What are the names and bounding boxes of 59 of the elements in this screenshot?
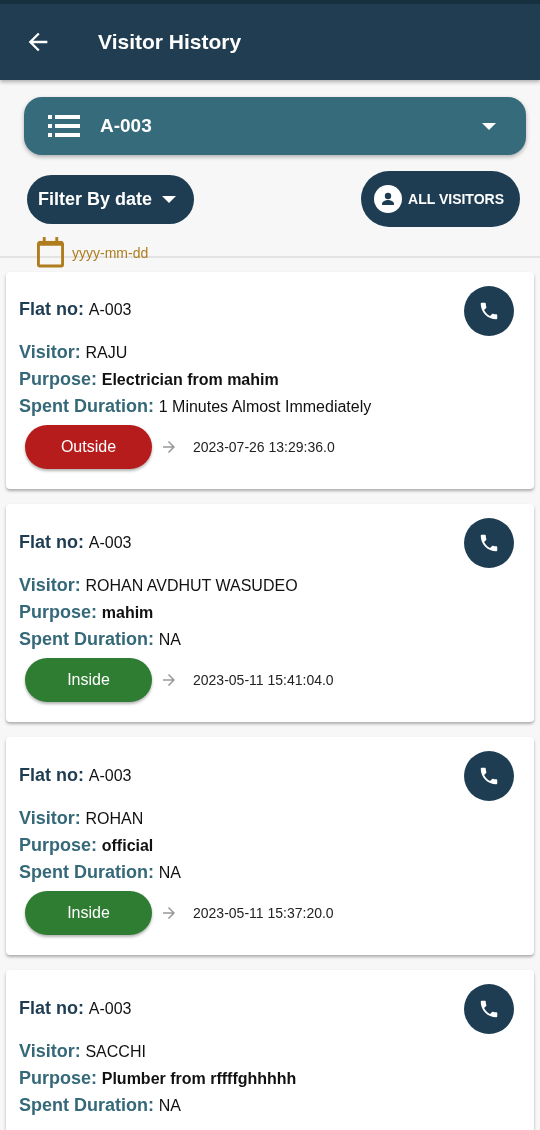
screen-title: Visitor History (98, 30, 242, 54)
person-icon (374, 185, 403, 213)
field-label: Spent Duration: (19, 1095, 154, 1115)
field-label: Purpose: (19, 835, 97, 855)
status-button[interactable]: Inside (25, 658, 152, 702)
entry-time: 2023-07-26 13:29:36.0 (193, 439, 335, 455)
field-label: Purpose: (19, 1068, 97, 1088)
field-value: 1 Minutes Almost Immediately (158, 398, 372, 415)
field-value: SACCHI (85, 1043, 146, 1060)
field-label: Spent Duration: (19, 396, 154, 416)
list-icon (48, 115, 80, 137)
field-value: NA (158, 864, 181, 881)
field-value: NA (158, 631, 181, 648)
field-value: RAJU (85, 344, 128, 361)
calendar-icon[interactable] (37, 237, 64, 268)
dropdown-caret-icon (482, 122, 496, 130)
field-value: NA (158, 1097, 181, 1114)
field-label: Purpose: (19, 602, 97, 622)
field-label: Spent Duration: (19, 862, 154, 882)
status-button[interactable]: Inside (25, 891, 152, 935)
filter-by-date-button[interactable]: Filter By date (27, 174, 195, 224)
arrow-right-icon (160, 904, 178, 922)
all-visitors-button[interactable]: ALL VISITORS (361, 171, 520, 227)
entry-time: 2023-05-11 15:37:20.0 (193, 905, 334, 921)
field-label: Flat no: (19, 299, 84, 319)
field-value: Plumber from rffffghhhhh (101, 1070, 297, 1087)
field-value: ROHAN AVDHUT WASUDEO (85, 577, 298, 594)
status-button[interactable]: Outside (25, 425, 152, 469)
field-label: Visitor: (19, 1041, 81, 1061)
call-button[interactable] (464, 751, 514, 801)
phone-icon (478, 765, 500, 787)
date-field[interactable]: yyyy-mm-dd (72, 244, 149, 261)
field-label: Visitor: (19, 342, 81, 362)
field-label: Flat no: (19, 532, 84, 552)
arrow-right-icon (160, 671, 178, 689)
field-value: mahim (101, 604, 154, 621)
field-value: ROHAN (85, 810, 144, 827)
field-value: A-003 (88, 534, 132, 551)
field-label: Spent Duration: (19, 629, 154, 649)
arrow-right-icon (160, 438, 178, 456)
phone-icon (478, 998, 500, 1020)
call-button[interactable] (464, 286, 514, 336)
field-label: Visitor: (19, 808, 81, 828)
field-label: Visitor: (19, 575, 81, 595)
call-button[interactable] (464, 984, 514, 1034)
field-value: A-003 (88, 767, 132, 784)
field-value: A-003 (88, 1000, 132, 1017)
caret-icon (162, 195, 177, 203)
phone-icon (478, 300, 500, 322)
field-label: Flat no: (19, 998, 84, 1018)
phone-icon (478, 532, 500, 554)
call-button[interactable] (464, 518, 514, 568)
field-value: official (101, 837, 154, 854)
field-value: A-003 (88, 301, 132, 318)
flat-dropdown[interactable]: A-003 (24, 97, 526, 155)
field-label: Purpose: (19, 369, 97, 389)
field-value: Electrician from mahim (101, 371, 279, 388)
field-label: Flat no: (19, 765, 84, 785)
entry-time: 2023-05-11 15:41:04.0 (193, 672, 334, 688)
